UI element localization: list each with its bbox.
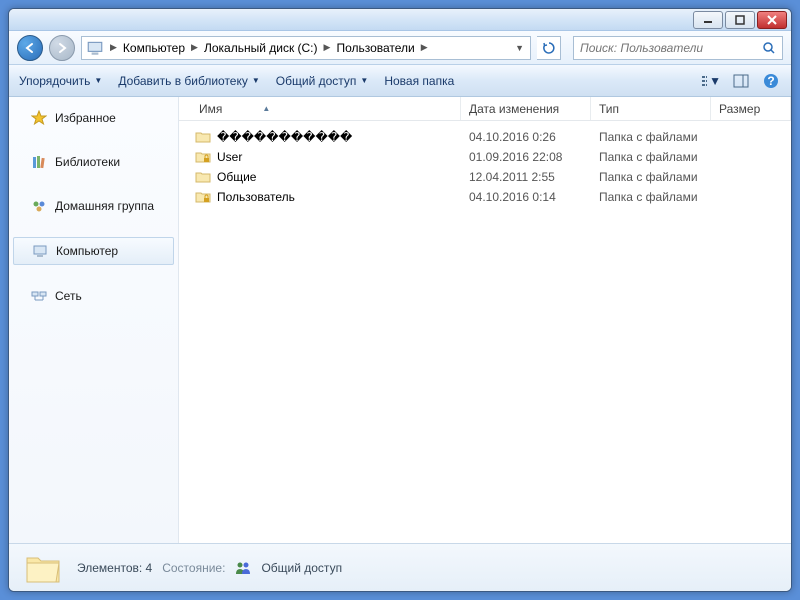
chevron-down-icon: ▼ (94, 76, 102, 85)
navbar: ▶ Компьютер ▶ Локальный диск (C:) ▶ Поль… (9, 31, 791, 65)
file-date: 12.04.2011 2:55 (461, 170, 591, 184)
search-input[interactable] (580, 41, 762, 55)
chevron-down-icon: ▼ (360, 76, 368, 85)
file-type: Папка с файлами (591, 170, 711, 184)
sidebar-item-favorites[interactable]: Избранное (9, 105, 178, 131)
close-button[interactable] (757, 11, 787, 29)
status-shared: Общий доступ (261, 561, 342, 575)
star-icon (31, 110, 47, 126)
titlebar (9, 9, 791, 31)
navigation-pane: Избранное Библиотеки Домашняя группа Ком… (9, 97, 179, 543)
sidebar-label: Библиотеки (55, 155, 120, 169)
folder-icon (195, 169, 211, 185)
column-date[interactable]: Дата изменения (461, 97, 591, 120)
file-name: ����������� (217, 130, 352, 144)
chevron-right-icon: ▶ (108, 42, 119, 53)
status-bar: Элементов: 4 Состояние: Общий доступ (9, 543, 791, 591)
homegroup-icon (31, 198, 47, 214)
file-list: ����������� 04.10.2016 0:26 Папка с файл… (179, 121, 791, 543)
newfolder-label: Новая папка (384, 74, 454, 88)
libraries-icon (31, 154, 47, 170)
address-bar[interactable]: ▶ Компьютер ▶ Локальный диск (C:) ▶ Поль… (81, 36, 531, 60)
breadcrumb-seg-users[interactable]: Пользователи (332, 37, 418, 59)
breadcrumb-seg-disk[interactable]: Локальный диск (C:) (200, 37, 322, 59)
file-row[interactable]: ����������� 04.10.2016 0:26 Папка с файл… (179, 127, 791, 147)
folder-locked-icon (195, 189, 211, 205)
sort-asc-icon: ▲ (262, 104, 270, 113)
column-size[interactable]: Размер (711, 97, 791, 120)
file-date: 04.10.2016 0:14 (461, 190, 591, 204)
search-box[interactable] (573, 36, 783, 60)
computer-icon (86, 39, 104, 57)
file-name: Пользователь (217, 190, 295, 204)
chevron-right-icon: ▶ (322, 42, 333, 53)
search-icon (762, 41, 776, 55)
toolbar: Упорядочить ▼ Добавить в библиотеку ▼ Общи… (9, 65, 791, 97)
organize-label: Упорядочить (19, 74, 90, 88)
chevron-down-icon: ▼ (252, 76, 260, 85)
column-type[interactable]: Тип (591, 97, 711, 120)
folder-large-icon (23, 548, 63, 588)
address-dropdown-icon[interactable]: ▼ (511, 37, 528, 59)
sidebar-label: Избранное (55, 111, 116, 125)
file-name: User (217, 150, 242, 164)
file-type: Папка с файлами (591, 130, 711, 144)
maximize-button[interactable] (725, 11, 755, 29)
share-label: Общий доступ (276, 74, 357, 88)
file-type: Папка с файлами (591, 190, 711, 204)
share-menu[interactable]: Общий доступ▼ (276, 74, 369, 88)
breadcrumb-seg-computer[interactable]: Компьютер (119, 37, 189, 59)
library-label: Добавить в библиотеку (118, 74, 248, 88)
file-date: 04.10.2016 0:26 (461, 130, 591, 144)
minimize-button[interactable] (693, 11, 723, 29)
file-pane: Имя ▲ Дата изменения Тип Размер ���������… (179, 97, 791, 543)
svg-text:?: ? (767, 74, 774, 88)
file-row[interactable]: Пользователь 04.10.2016 0:14 Папка с фай… (179, 187, 791, 207)
column-headers: Имя ▲ Дата изменения Тип Размер (179, 97, 791, 121)
file-row[interactable]: User 01.09.2016 22:08 Папка с файлами (179, 147, 791, 167)
preview-pane-button[interactable] (731, 71, 751, 91)
sidebar-label: Компьютер (56, 244, 118, 258)
sidebar-item-libraries[interactable]: Библиотеки (9, 149, 178, 175)
file-name: Общие (217, 170, 256, 184)
computer-icon (32, 243, 48, 259)
folder-locked-icon (195, 149, 211, 165)
column-name[interactable]: Имя ▲ (191, 97, 461, 120)
column-label: Имя (199, 102, 222, 116)
sidebar-label: Сеть (55, 289, 82, 303)
sidebar-label: Домашняя группа (55, 199, 154, 213)
organize-menu[interactable]: Упорядочить ▼ (19, 74, 102, 88)
file-type: Папка с файлами (591, 150, 711, 164)
chevron-right-icon: ▶ (419, 42, 430, 53)
refresh-button[interactable] (537, 36, 561, 60)
new-folder-button[interactable]: Новая папка (384, 74, 454, 88)
chevron-down-icon: ▼ (709, 74, 721, 88)
status-count: Элементов: 4 (77, 561, 152, 575)
sidebar-item-network[interactable]: Сеть (9, 283, 178, 309)
back-button[interactable] (17, 35, 43, 61)
forward-button[interactable] (49, 35, 75, 61)
help-button[interactable]: ? (761, 71, 781, 91)
file-row[interactable]: Общие 12.04.2011 2:55 Папка с файлами (179, 167, 791, 187)
add-to-library-menu[interactable]: Добавить в библиотеку ▼ (118, 74, 259, 88)
people-icon (235, 561, 251, 575)
chevron-right-icon: ▶ (189, 42, 200, 53)
sidebar-item-computer[interactable]: Компьютер (13, 237, 174, 265)
sidebar-item-homegroup[interactable]: Домашняя группа (9, 193, 178, 219)
view-options-button[interactable]: ▼ (701, 71, 721, 91)
file-date: 01.09.2016 22:08 (461, 150, 591, 164)
status-state-label: Состояние: (162, 561, 225, 575)
network-icon (31, 288, 47, 304)
content-area: Избранное Библиотеки Домашняя группа Ком… (9, 97, 791, 543)
explorer-window: ▶ Компьютер ▶ Локальный диск (C:) ▶ Поль… (8, 8, 792, 592)
folder-icon (195, 129, 211, 145)
